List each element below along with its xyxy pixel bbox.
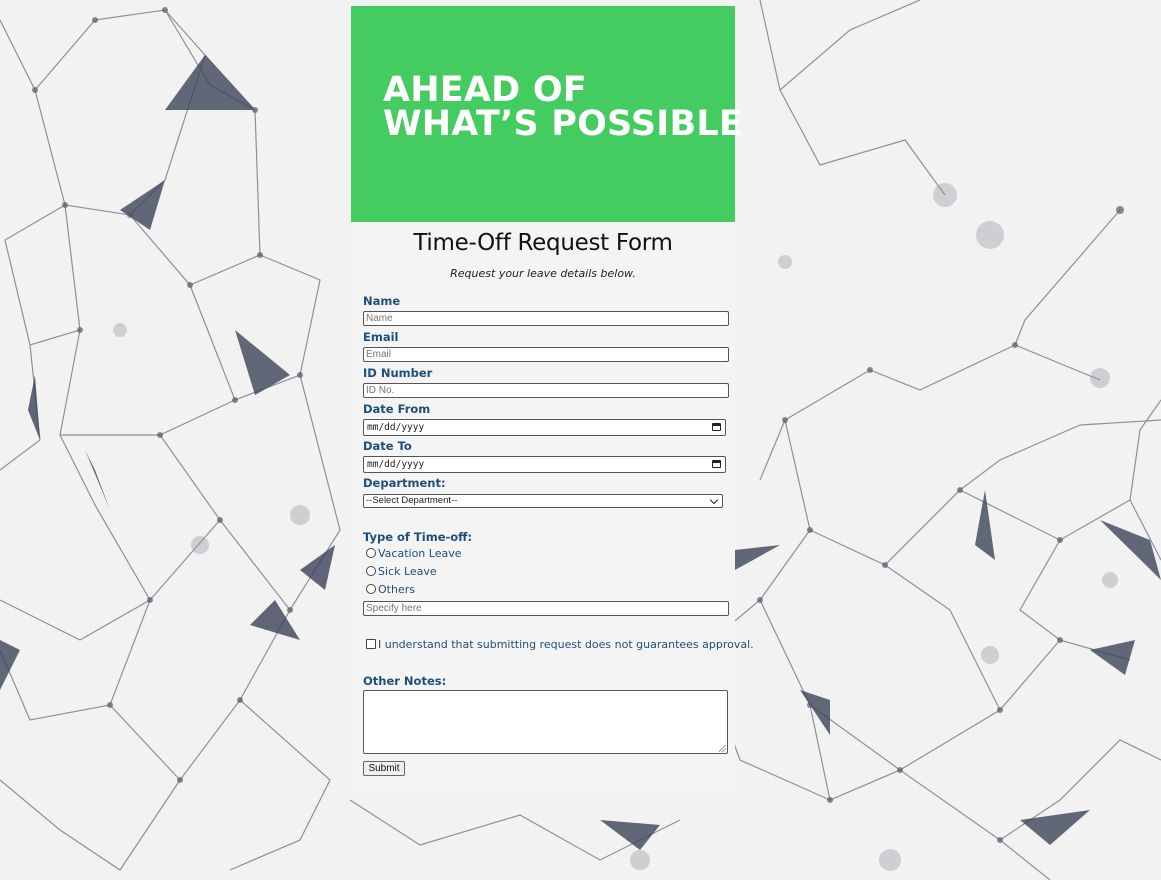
calendar-icon[interactable] [712,423,721,431]
department-select[interactable]: --Select Department-- [363,494,723,508]
page-title: Time-Off Request Form [413,230,673,256]
radio-option-sick[interactable]: Sick Leave [366,565,437,579]
department-selected-value: --Select Department-- [366,495,458,506]
id-number-label: ID Number [363,366,433,380]
radio-button[interactable] [366,566,376,576]
date-from-value: mm/dd/yyyy [367,422,425,433]
banner-tagline-line2: WHAT’S POSSIBLE [383,104,743,144]
calendar-icon[interactable] [712,460,721,468]
id-number-field[interactable]: ID No. [363,383,729,398]
name-field[interactable]: Name [363,311,729,326]
agreement-text: I understand that submitting request doe… [378,638,754,651]
date-to-value: mm/dd/yyyy [367,459,425,470]
form-card: AHEAD OF WHAT’S POSSIBLE Time-Off Reques… [351,6,754,796]
timeoff-type-label: Type of Time-off: [363,530,473,544]
other-notes-textarea[interactable] [363,690,728,754]
name-label: Name [363,294,401,308]
radio-label: Sick Leave [378,565,437,578]
radio-option-vacation[interactable]: Vacation Leave [366,547,462,561]
radio-option-others[interactable]: Others [366,583,415,597]
page-subtitle: Request your leave details below. [450,267,636,280]
other-notes-label: Other Notes: [363,674,447,688]
date-from-label: Date From [363,402,431,416]
email-label: Email [363,330,399,344]
radio-label: Others [378,583,415,596]
radio-button[interactable] [366,584,376,594]
specify-other-field[interactable]: Specify here [363,601,729,616]
department-label: Department: [363,476,446,490]
date-to-input[interactable]: mm/dd/yyyy [363,456,726,473]
resize-grip-icon[interactable] [719,745,726,752]
date-to-label: Date To [363,439,412,453]
banner-tagline-line1: AHEAD OF [383,70,587,110]
radio-button[interactable] [366,548,376,558]
date-from-input[interactable]: mm/dd/yyyy [363,419,726,436]
radio-label: Vacation Leave [378,547,462,560]
submit-button[interactable]: Submit [363,761,405,776]
agreement-checkbox[interactable] [366,639,376,649]
chevron-down-icon [709,495,719,505]
agreement-checkbox-row[interactable]: I understand that submitting request doe… [366,638,754,652]
company-banner: AHEAD OF WHAT’S POSSIBLE [351,6,743,222]
email-field[interactable]: Email [363,347,729,362]
